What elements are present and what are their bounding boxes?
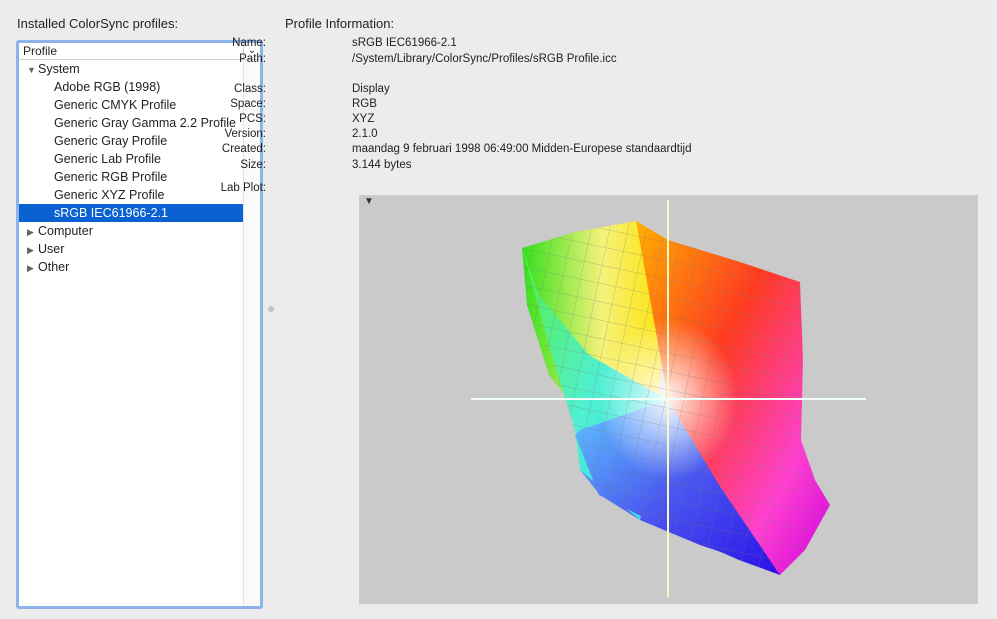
disclosure-closed-icon[interactable]: ▶ <box>27 241 38 259</box>
lab-gamut-svg <box>471 200 866 597</box>
list-item-selected[interactable]: sRGB IEC61966-2.1 <box>19 204 245 222</box>
label: Name: <box>232 37 266 49</box>
column-header-label: Profile <box>23 44 58 58</box>
label: Created: <box>221 143 266 155</box>
value: RGB <box>352 98 377 110</box>
value: 2.1.0 <box>352 128 378 140</box>
label: Class: <box>234 83 266 95</box>
tree-group-user[interactable]: ▶ User <box>19 240 245 258</box>
disclosure-open-icon[interactable]: ▼ <box>27 61 38 79</box>
profiles-title: Installed ColorSync profiles: <box>17 16 179 31</box>
label: Version: <box>224 128 266 140</box>
info-title: Profile Information: <box>285 16 395 31</box>
vertical-scrollbar[interactable] <box>243 60 260 606</box>
label: PCS: <box>239 113 266 125</box>
tree-group-computer[interactable]: ▶ Computer <box>19 222 245 240</box>
label: Lab Plot: <box>220 182 266 194</box>
group-label: User <box>38 242 65 256</box>
disclosure-closed-icon[interactable]: ▶ <box>27 259 38 277</box>
tree-group-other[interactable]: ▶ Other <box>19 258 245 276</box>
split-view-handle[interactable] <box>268 306 274 312</box>
value: XYZ <box>352 113 375 125</box>
group-label: System <box>38 62 80 76</box>
lab-plot[interactable]: ▼ <box>359 195 978 604</box>
value: Display <box>352 83 390 95</box>
plot-menu-triangle-icon[interactable]: ▼ <box>364 196 374 207</box>
group-label: Other <box>38 260 70 274</box>
profile-list[interactable]: Profile ⌄ ▼ System Adobe RGB (1998) Generi… <box>16 40 263 609</box>
label: Space: <box>230 98 266 110</box>
value: maandag 9 februari 1998 06:49:00 Midden-… <box>352 143 692 155</box>
disclosure-closed-icon[interactable]: ▶ <box>27 223 38 241</box>
label: Size: <box>240 159 266 171</box>
value: sRGB IEC61966-2.1 <box>352 37 457 49</box>
value: 3.144 bytes <box>352 159 412 171</box>
label: Path: <box>239 53 266 65</box>
group-label: Computer <box>38 224 93 238</box>
value: /System/Library/ColorSync/Profiles/sRGB … <box>352 53 617 65</box>
